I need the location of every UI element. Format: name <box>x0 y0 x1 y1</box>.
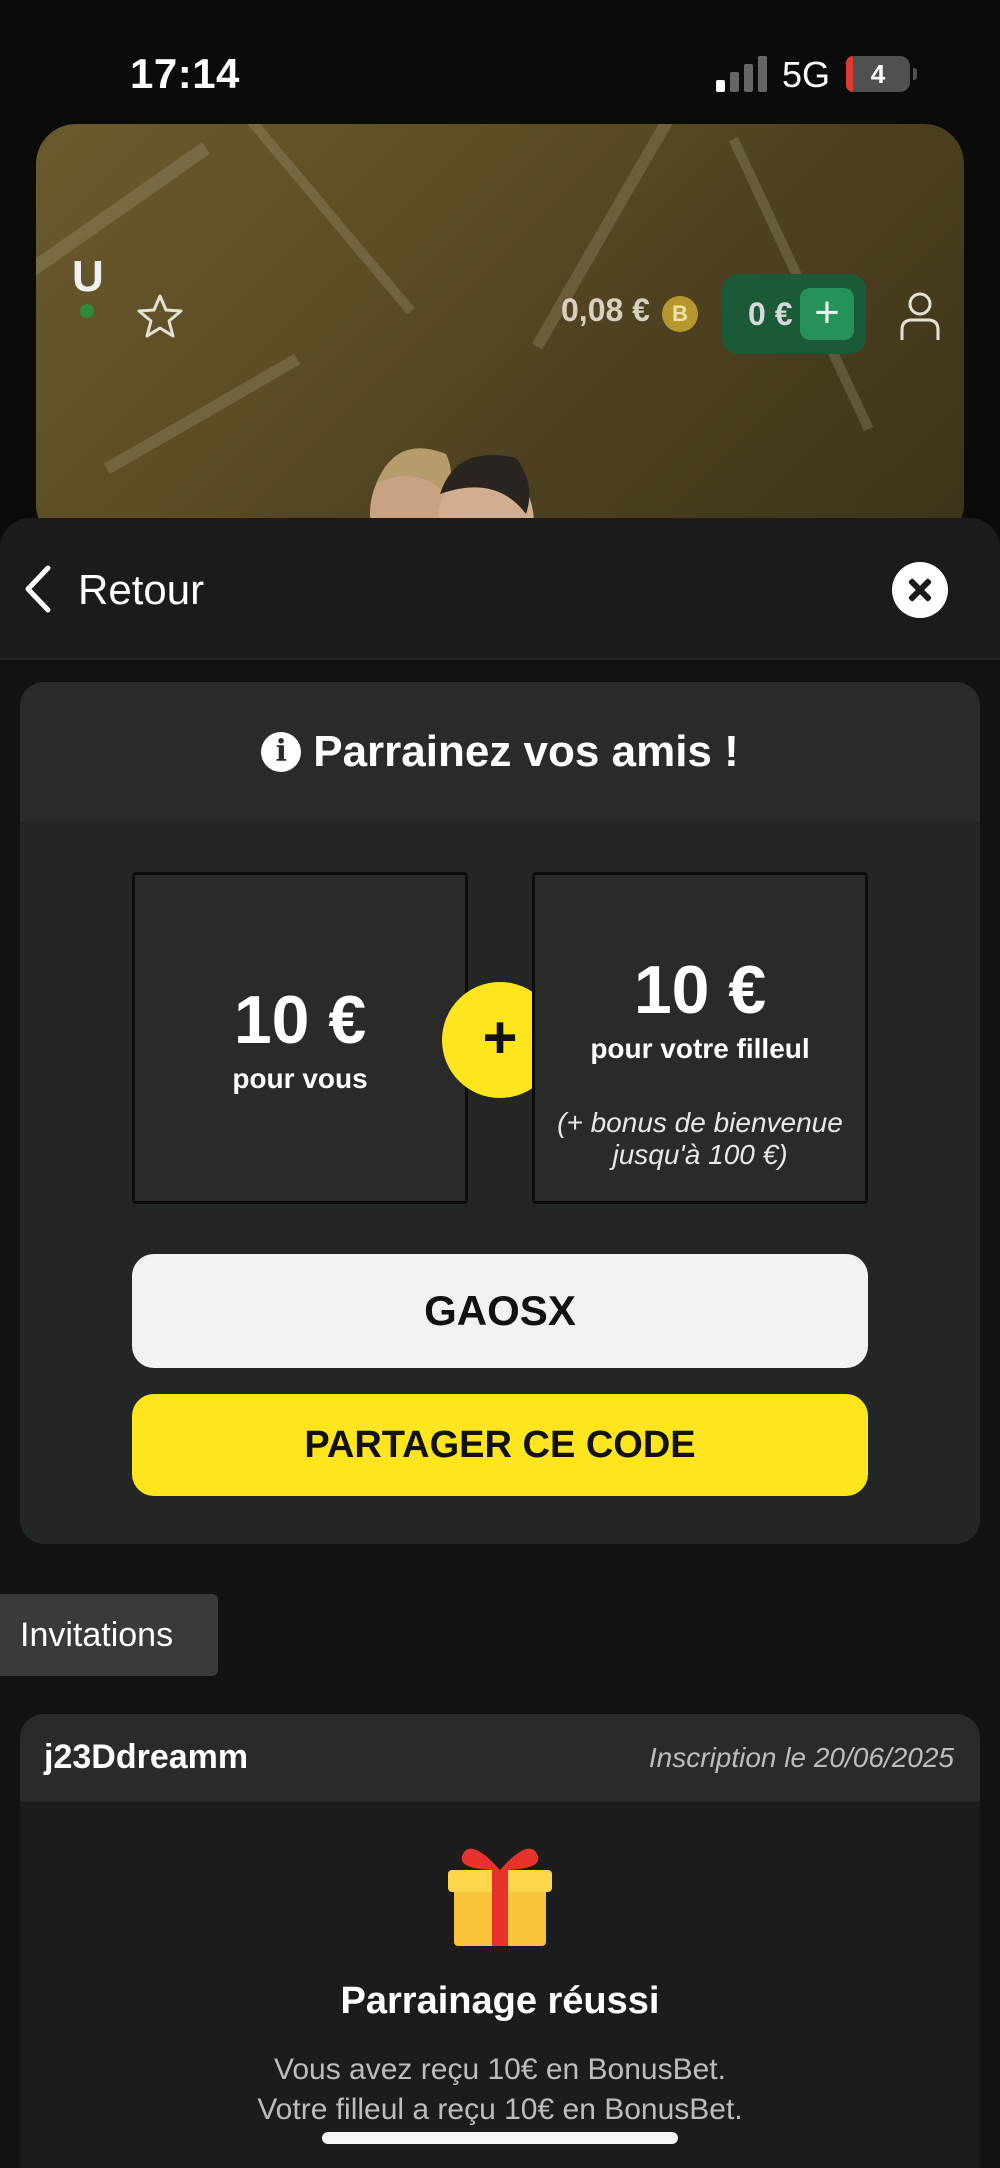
battery-icon: 4 <box>846 56 917 92</box>
gift-icon <box>448 1848 552 1946</box>
close-icon[interactable] <box>892 562 948 618</box>
referral-header: i Parrainez vos amis ! <box>20 682 980 822</box>
status-bar: 17:14 5G 4 <box>0 0 1000 120</box>
status-time: 17:14 <box>130 50 240 97</box>
referral-card: i Parrainez vos amis ! 10 € pour vous + … <box>20 682 980 1544</box>
reward-you-label: pour vous <box>232 1063 368 1094</box>
screen: 17:14 5G 4 U 0,08 € B 0 € + Retour i Par… <box>0 0 1000 2168</box>
invitation-header: j23Ddreamm Inscription le 20/06/2025 <box>20 1714 980 1802</box>
invited-username: j23Ddreamm <box>44 1738 249 1776</box>
coin-balance[interactable]: 0,08 € <box>561 292 650 329</box>
signal-icon <box>716 56 768 92</box>
star-icon[interactable] <box>136 292 184 340</box>
deposit-plus-icon[interactable]: + <box>800 288 854 340</box>
success-line-you: Vous avez reçu 10€ en BonusBet. <box>274 2053 726 2086</box>
bonus-coin-icon: B <box>662 296 698 332</box>
reward-you-box: 10 € pour vous <box>132 872 468 1204</box>
referral-title-text: Parrainez vos amis ! <box>313 727 739 776</box>
back-button[interactable]: Retour <box>78 566 204 614</box>
referral-code[interactable]: GAOSX <box>132 1254 868 1368</box>
success-line-friend: Votre filleul a reçu 10€ en BonusBet. <box>257 2093 743 2126</box>
network-type: 5G <box>782 54 831 95</box>
wallet-balance: 0 € <box>748 296 793 332</box>
info-icon[interactable]: i <box>261 732 302 772</box>
share-code-button[interactable]: PARTAGER CE CODE <box>132 1394 868 1496</box>
sheet-topbar: Retour <box>0 518 1000 660</box>
background-app-card: U 0,08 € B 0 € + <box>36 124 964 544</box>
back-chevron-icon[interactable] <box>20 562 56 616</box>
reward-friend-box: 10 € pour votre filleul (+ bonus de bien… <box>532 872 868 1204</box>
user-icon[interactable] <box>898 290 942 342</box>
referral-success-title: Parrainage réussi <box>340 1980 660 2022</box>
welcome-bonus-note: (+ bonus de bienvenue jusqu'à 100 €) <box>557 1107 843 1170</box>
online-dot-icon <box>80 304 94 318</box>
wallet-button[interactable]: 0 € + <box>722 274 866 354</box>
referral-title: i Parrainez vos amis ! <box>261 727 739 777</box>
referral-sheet: Retour i Parrainez vos amis ! 10 € pour … <box>0 518 1000 2168</box>
tab-invitations[interactable]: Invitations <box>0 1594 218 1676</box>
reward-friend-amount: 10 € <box>633 952 767 1028</box>
reward-friend-label: pour votre filleul <box>590 1033 810 1064</box>
reward-you-amount: 10 € <box>233 982 367 1058</box>
referral-success-text: Vous avez reçu 10€ en BonusBet. Votre fi… <box>20 2050 980 2130</box>
signup-date: Inscription le 20/06/2025 <box>648 1742 954 1773</box>
invitation-card: j23Ddreamm Inscription le 20/06/2025 Par… <box>20 1714 980 2168</box>
home-indicator[interactable] <box>322 2132 678 2144</box>
brand-logo[interactable]: U <box>72 252 104 302</box>
